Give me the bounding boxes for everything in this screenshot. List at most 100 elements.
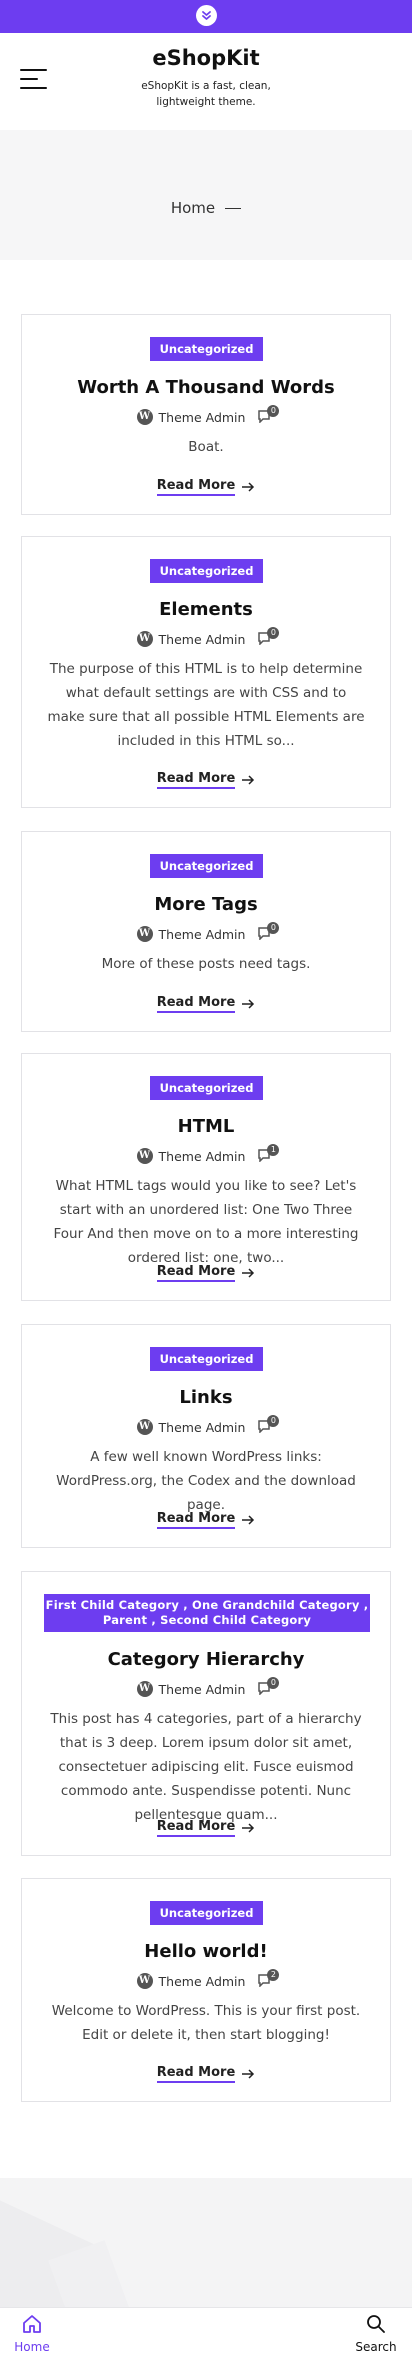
author-link[interactable]: Theme Admin [159,1974,246,1989]
breadcrumb: Home [0,199,412,217]
arrow-right-icon [242,482,255,492]
read-more-label[interactable]: Read More [156,995,236,1013]
wordpress-icon: W [136,1973,153,1989]
post-card: Uncategorized Elements W Theme Admin 0 T… [21,536,391,808]
comment-bubble-icon[interactable]: 0 [257,922,280,943]
wordpress-icon: W [136,1681,153,1697]
search-label: Search [355,2340,397,2354]
post-excerpt: What HTML tags would you like to see? Le… [53,1178,359,1266]
read-more-label[interactable]: Read More [156,1264,236,1282]
post-excerpt: Boat. [188,439,224,455]
bottom-nav-home[interactable]: Home [2,2314,62,2354]
wordpress-icon: W [136,409,153,425]
post-title[interactable]: HTML [22,1116,390,1137]
site-header: eShopKit eShopKit is a fast, clean, ligh… [0,33,412,130]
comment-bubble-icon[interactable]: 0 [257,405,280,426]
search-icon [367,2315,385,2333]
post-title[interactable]: Links [22,1387,390,1408]
read-more-link[interactable]: Read More [22,1815,390,1837]
page-hero: Home [0,130,412,260]
read-more-link[interactable]: Read More [22,1507,390,1529]
read-more-link[interactable]: Read More [22,991,390,1013]
read-more-link[interactable]: Read More [22,1260,390,1282]
post-title[interactable]: Worth A Thousand Words [22,377,390,398]
site-description: eShopKit is a fast, clean, lightweight t… [141,80,271,108]
comment-bubble-icon[interactable]: 1 [257,1144,280,1165]
comment-bubble-icon[interactable]: 0 [257,627,280,648]
home-label: Home [14,2340,50,2354]
post-title[interactable]: More Tags [22,894,390,915]
comment-bubble-icon[interactable]: 0 [257,1415,280,1436]
hamburger-menu-icon[interactable] [20,69,47,89]
wordpress-icon: W [136,631,153,647]
top-bar [0,0,412,33]
author-link[interactable]: Theme Admin [159,410,246,425]
arrow-right-icon [242,999,255,1009]
post-title[interactable]: Category Hierarchy [22,1649,390,1670]
read-more-label[interactable]: Read More [156,2065,236,2083]
author-link[interactable]: Theme Admin [159,1149,246,1164]
author-link[interactable]: Theme Admin [159,1420,246,1435]
arrow-right-icon [242,2069,255,2079]
wordpress-icon: W [136,926,153,942]
comment-bubble-icon[interactable]: 0 [257,1677,280,1698]
category-badge[interactable]: Uncategorized [150,559,263,583]
arrow-right-icon [242,1515,255,1525]
comment-count: 1 [267,1144,280,1156]
post-excerpt: This post has 4 categories, part of a hi… [50,1711,362,1823]
read-more-link[interactable]: Read More [22,2061,390,2083]
category-badge[interactable]: First Child Category , One Grandchild Ca… [44,1594,370,1632]
post-meta: W Theme Admin 1 [22,1144,390,1166]
comment-count: 0 [267,1415,280,1427]
arrow-right-icon [242,775,255,785]
category-badge[interactable]: Uncategorized [150,1076,263,1100]
post-meta: W Theme Admin 0 [22,627,390,649]
comment-count: 2 [267,1969,280,1981]
comment-bubble-icon[interactable]: 2 [257,1969,280,1990]
wordpress-icon: W [136,1148,153,1164]
read-more-link[interactable]: Read More [22,767,390,789]
post-card: Uncategorized More Tags W Theme Admin 0 … [21,831,391,1032]
post-meta: W Theme Admin 0 [22,922,390,944]
arrow-right-icon [242,1268,255,1278]
breadcrumb-separator [225,208,242,209]
category-badge[interactable]: Uncategorized [150,337,263,361]
post-card: Uncategorized Links W Theme Admin 0 A fe… [21,1324,391,1548]
category-badge[interactable]: Uncategorized [150,1347,263,1371]
chevron-double-down-icon[interactable] [196,5,217,26]
post-meta: W Theme Admin 2 [22,1969,390,1991]
post-card: Uncategorized Hello world! W Theme Admin… [21,1878,391,2102]
post-title[interactable]: Elements [22,599,390,620]
comment-count: 0 [267,405,280,417]
read-more-label[interactable]: Read More [156,1511,236,1529]
bottom-nav: Home Search [0,2307,412,2359]
author-link[interactable]: Theme Admin [159,1682,246,1697]
arrow-right-icon [242,1823,255,1833]
post-title[interactable]: Hello world! [22,1941,390,1962]
post-meta: W Theme Admin 0 [22,1677,390,1699]
read-more-label[interactable]: Read More [156,478,236,496]
post-excerpt: The purpose of this HTML is to help dete… [47,661,365,749]
comment-count: 0 [267,627,280,639]
breadcrumb-home-link[interactable]: Home [171,199,215,217]
read-more-label[interactable]: Read More [156,1819,236,1837]
read-more-link[interactable]: Read More [22,474,390,496]
post-card: First Child Category , One Grandchild Ca… [21,1571,391,1856]
author-link[interactable]: Theme Admin [159,927,246,942]
post-excerpt: Welcome to WordPress. This is your first… [51,2003,361,2043]
author-link[interactable]: Theme Admin [159,632,246,647]
category-badge[interactable]: Uncategorized [150,854,263,878]
comment-count: 0 [267,922,280,934]
footer-background [0,2178,412,2307]
read-more-label[interactable]: Read More [156,771,236,789]
post-card: Uncategorized HTML W Theme Admin 1 What … [21,1053,391,1301]
home-icon [23,2315,41,2333]
wordpress-icon: W [136,1419,153,1435]
post-meta: W Theme Admin 0 [22,405,390,427]
bottom-nav-search[interactable]: Search [346,2314,406,2354]
comment-count: 0 [267,1677,280,1689]
post-excerpt: More of these posts need tags. [101,956,311,972]
category-badge[interactable]: Uncategorized [150,1901,263,1925]
post-meta: W Theme Admin 0 [22,1415,390,1437]
site-title[interactable]: eShopKit [0,46,412,70]
